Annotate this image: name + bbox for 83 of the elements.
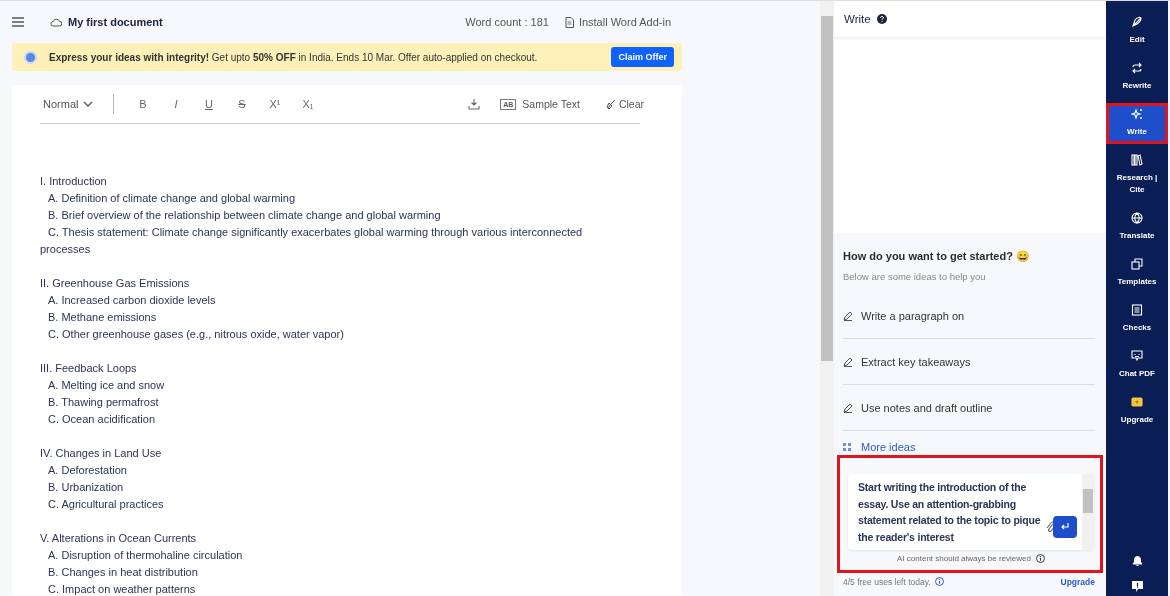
rail-tab[interactable]: Rewrite — [1106, 57, 1168, 98]
style-dropdown[interactable]: Normal — [43, 98, 94, 110]
outline-heading: II. Greenhouse Gas Emissions — [40, 276, 191, 291]
outline-item: C. Agricultural practices — [47, 497, 165, 512]
outline-item: A. Definition of climate change and global warming — [47, 191, 297, 206]
outline-item: A. Deforestation — [47, 463, 128, 478]
outline-heading: V. Alterations in Ocean Currents — [40, 531, 198, 546]
format-button[interactable]: U — [192, 98, 226, 110]
enter-icon — [1060, 523, 1070, 531]
rail-tab[interactable]: Research | Cite — [1106, 149, 1168, 202]
outline-item: C. Impact on weather patterns — [47, 582, 197, 596]
install-addin-button[interactable]: Install Word Add-in — [564, 16, 671, 28]
prompt-field[interactable]: Start writing the introduction of the essay. Use an attention-grabbing statement related to the topic to pique the reader's interest — [848, 474, 1094, 550]
pencil-icon — [843, 310, 853, 321]
download-icon[interactable] — [468, 98, 481, 110]
outline-item: A. Melting ice and snow — [47, 378, 166, 393]
format-button[interactable]: X₁ — [291, 98, 325, 110]
info-icon[interactable] — [934, 577, 944, 586]
outline-item: B. Urbanization — [47, 480, 125, 495]
idea-option[interactable]: Write a paragraph on — [843, 293, 1095, 339]
pencil-icon — [843, 402, 853, 413]
idea-option[interactable]: Extract key takeaways — [843, 339, 1095, 385]
menu-icon[interactable] — [12, 17, 24, 27]
edit-icon — [1131, 16, 1143, 28]
format-button[interactable]: X¹ — [258, 98, 292, 110]
outline-item: C. Ocean acidification — [47, 412, 156, 427]
outline-heading: III. Feedback Loops — [40, 361, 138, 376]
claim-offer-button[interactable]: Claim Offer — [611, 47, 674, 67]
rail-tab[interactable]: Chat PDF — [1106, 345, 1168, 386]
document-title: My first document — [68, 16, 164, 28]
templates-icon — [1131, 258, 1143, 270]
document-icon — [564, 16, 574, 28]
more-ideas-link[interactable]: More ideas — [843, 439, 1097, 455]
outline-item: C. Other greenhouse gases (e.g., nitrous oxide, water vapor) — [47, 327, 345, 342]
write-icon — [1131, 108, 1143, 120]
paperclip-icon[interactable] — [1046, 521, 1056, 533]
promo-text: Express your ideas with integrity! Get upto 50% OFF in India. Ends 10 Mar. Offer auto-applied on checkout. — [49, 51, 539, 63]
chevron-down-icon — [83, 101, 94, 107]
pencil-icon — [843, 356, 853, 367]
info-icon[interactable] — [1035, 553, 1045, 563]
upgrade-icon — [1131, 396, 1143, 408]
rail-tab[interactable]: Write — [1106, 103, 1168, 144]
upgrade-link[interactable]: Upgrade — [1060, 576, 1095, 587]
outline-item: B. Brief overview of the relationship between climate change and global warming — [47, 208, 442, 223]
panel-title: Write — [844, 13, 871, 25]
rewrite-icon — [1131, 62, 1143, 74]
research-icon — [1131, 154, 1143, 166]
usage-text: 4/5 free uses left today. — [843, 576, 931, 587]
outline-item: A. Increased carbon dioxide levels — [47, 293, 217, 308]
format-button[interactable]: I — [159, 98, 193, 110]
cloud-icon — [50, 17, 62, 27]
outline-heading: IV. Changes in Land Use — [40, 446, 163, 461]
translate-icon — [1131, 212, 1143, 224]
idea-option[interactable]: Use notes and draft outline — [843, 385, 1095, 431]
outline-item: B. Methane emissions — [47, 310, 158, 325]
outline-heading: I. Introduction — [40, 174, 108, 189]
word-count: Word count : 181 — [465, 16, 549, 28]
checks-icon — [1131, 304, 1143, 316]
send-button[interactable] — [1053, 516, 1077, 538]
broom-icon — [605, 99, 616, 109]
format-button[interactable]: S — [225, 98, 259, 110]
intro-subtitle: Below are some ideas to help you — [843, 271, 987, 282]
intro-title: How do you want to get started? 😄 — [843, 250, 1031, 263]
rail-tab[interactable]: Checks — [1106, 299, 1168, 340]
rail-tab[interactable]: Edit — [1106, 11, 1168, 52]
scrollbar-thumb[interactable] — [821, 16, 833, 361]
chat-icon — [1131, 350, 1143, 362]
rail-tab[interactable]: Upgrade — [1106, 391, 1168, 432]
outline-item: B. Changes in heat distribution — [47, 565, 199, 580]
outline-item: C. Thesis statement: Climate change significantly exacerbates global warming through various interconnected processes — [40, 225, 584, 257]
rail-tab[interactable]: Translate — [1106, 207, 1168, 248]
help-icon[interactable] — [876, 14, 887, 24]
disclaimer-text: AI content should always be reviewed — [897, 553, 1031, 563]
bell-icon[interactable] — [1131, 555, 1143, 567]
clear-button[interactable]: Clear — [605, 98, 644, 110]
feedback-icon[interactable] — [1131, 581, 1143, 592]
rail-tab[interactable]: Templates — [1106, 253, 1168, 294]
info-dot-icon — [26, 52, 35, 62]
scrollbar[interactable] — [1082, 474, 1094, 550]
outline-item: B. Thawing permafrost — [47, 395, 160, 410]
format-button[interactable]: B — [126, 98, 160, 110]
outline-item: A. Disruption of thermohaline circulation — [47, 548, 244, 563]
grid-icon — [843, 442, 852, 452]
